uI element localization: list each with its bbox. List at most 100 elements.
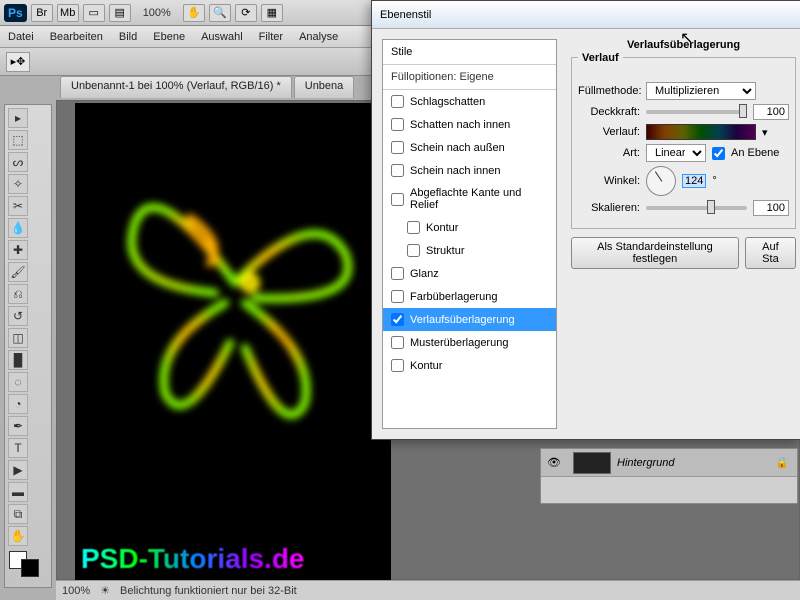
reset-default-button[interactable]: Auf Sta	[745, 237, 796, 269]
lock-icon[interactable]: 🔒	[775, 456, 789, 469]
style-item-1[interactable]: Schatten nach innen	[383, 113, 556, 136]
style-item-label: Schein nach außen	[410, 142, 505, 154]
eraser-tool[interactable]: ◫	[8, 328, 28, 348]
extras-button[interactable]: ▦	[261, 4, 283, 22]
hand-tool-button[interactable]: ✋	[183, 4, 205, 22]
gradient-preview[interactable]	[646, 124, 756, 140]
style-item-0[interactable]: Schlagschatten	[383, 90, 556, 113]
style-checkbox[interactable]	[391, 141, 404, 154]
style-item-label: Schatten nach innen	[410, 119, 510, 131]
style-item-2[interactable]: Schein nach außen	[383, 136, 556, 159]
menu-ebene[interactable]: Ebene	[153, 31, 185, 43]
status-zoom[interactable]: 100%	[62, 585, 90, 597]
menu-bild[interactable]: Bild	[119, 31, 137, 43]
menu-filter[interactable]: Filter	[259, 31, 283, 43]
style-item-6[interactable]: Struktur	[383, 239, 556, 262]
style-checkbox[interactable]	[391, 193, 404, 206]
history-brush-tool[interactable]: ↺	[8, 306, 28, 326]
bridge-button[interactable]: Br	[31, 4, 53, 22]
eyedropper-tool[interactable]: 💧	[8, 218, 28, 238]
style-item-7[interactable]: Glanz	[383, 262, 556, 285]
type-tool[interactable]: T	[8, 438, 28, 458]
layer-style-dialog: Ebenenstil Stile Füllopitionen: Eigene S…	[371, 0, 800, 440]
heal-tool[interactable]: ✚	[8, 240, 28, 260]
hand-tool[interactable]: ✋	[8, 526, 28, 546]
style-checkbox[interactable]	[391, 359, 404, 372]
layer-thumbnail[interactable]	[573, 452, 611, 474]
style-checkbox[interactable]	[391, 336, 404, 349]
pen-tool[interactable]: ✒	[8, 416, 28, 436]
visibility-icon[interactable]: 👁	[541, 456, 567, 469]
minibridge-button[interactable]: Mb	[57, 4, 79, 22]
move-tool[interactable]: ▸	[8, 108, 28, 128]
style-checkbox[interactable]	[391, 95, 404, 108]
angle-dial[interactable]	[646, 166, 676, 196]
style-item-9[interactable]: Verlaufsüberlagerung	[383, 308, 556, 331]
lasso-tool[interactable]: ᔕ	[8, 152, 28, 172]
style-checkbox[interactable]	[391, 290, 404, 303]
arrange-button[interactable]: ▤	[109, 4, 131, 22]
document-canvas[interactable]: PSD-Tutorials.de	[75, 103, 391, 581]
gradient-style-select[interactable]: Linear	[646, 144, 706, 162]
color-swatch[interactable]	[7, 551, 49, 581]
make-default-button[interactable]: Als Standardeinstellung festlegen	[571, 237, 739, 269]
style-item-3[interactable]: Schein nach innen	[383, 159, 556, 182]
stamp-tool[interactable]: ⎌	[8, 284, 28, 304]
styles-header[interactable]: Stile	[383, 40, 556, 65]
status-bar: 100% ☀ Belichtung funktioniert nur bei 3…	[56, 580, 800, 600]
doc-tab-active[interactable]: Unbenannt-1 bei 100% (Verlauf, RGB/16) *	[60, 76, 292, 98]
style-checkbox[interactable]	[391, 267, 404, 280]
scale-slider[interactable]	[646, 206, 747, 210]
styles-list: Stile Füllopitionen: Eigene Schlagschatt…	[382, 39, 557, 429]
style-item-11[interactable]: Kontur	[383, 354, 556, 377]
angle-unit: °	[712, 175, 716, 187]
menu-analyse[interactable]: Analyse	[299, 31, 338, 43]
blur-tool[interactable]: ◌	[8, 372, 28, 392]
blend-label: Füllmethode:	[578, 85, 640, 97]
opacity-slider[interactable]	[646, 110, 747, 114]
style-item-label: Kontur	[426, 222, 458, 234]
style-item-8[interactable]: Farbüberlagerung	[383, 285, 556, 308]
menu-datei[interactable]: Datei	[8, 31, 34, 43]
angle-input[interactable]: 124	[682, 174, 706, 188]
style-item-10[interactable]: Musterüberlagerung	[383, 331, 556, 354]
style-checkbox[interactable]	[391, 118, 404, 131]
layer-row[interactable]: 👁 Hintergrund 🔒	[541, 449, 797, 477]
wand-tool[interactable]: ✧	[8, 174, 28, 194]
screen-mode-button[interactable]: ▭	[83, 4, 105, 22]
style-checkbox[interactable]	[407, 221, 420, 234]
shape-tool[interactable]: ▬	[8, 482, 28, 502]
menu-auswahl[interactable]: Auswahl	[201, 31, 243, 43]
style-item-label: Farbüberlagerung	[410, 291, 497, 303]
doc-tab-1[interactable]: Unbena	[294, 76, 355, 98]
background-color[interactable]	[21, 559, 39, 577]
dialog-titlebar[interactable]: Ebenenstil	[372, 1, 800, 29]
fill-options[interactable]: Füllopitionen: Eigene	[383, 65, 556, 90]
style-checkbox[interactable]	[391, 313, 404, 326]
scale-label: Skalieren:	[578, 202, 640, 214]
menu-bearbeiten[interactable]: Bearbeiten	[50, 31, 103, 43]
style-item-label: Struktur	[426, 245, 465, 257]
crop-tool[interactable]: ✂	[8, 196, 28, 216]
opacity-input[interactable]	[753, 104, 789, 120]
move-tool-icon[interactable]: ▸✥	[6, 52, 30, 72]
layer-name[interactable]: Hintergrund	[617, 457, 674, 469]
blend-mode-select[interactable]: Multiplizieren	[646, 82, 756, 100]
brush-tool[interactable]: 🖌	[8, 262, 28, 282]
style-label: Art:	[578, 147, 640, 159]
style-item-label: Schein nach innen	[410, 165, 501, 177]
scale-input[interactable]	[753, 200, 789, 216]
style-checkbox[interactable]	[407, 244, 420, 257]
style-checkbox[interactable]	[391, 164, 404, 177]
gradient-tool[interactable]: █	[8, 350, 28, 370]
path-select-tool[interactable]: ▶	[8, 460, 28, 480]
style-item-5[interactable]: Kontur	[383, 216, 556, 239]
marquee-tool[interactable]: ⬚	[8, 130, 28, 150]
3d-tool[interactable]: ⧉	[8, 504, 28, 524]
rotate-view-button[interactable]: ⟳	[235, 4, 257, 22]
style-item-4[interactable]: Abgeflachte Kante und Relief	[383, 182, 556, 216]
dodge-tool[interactable]: ◔	[8, 394, 28, 414]
gradient-dropdown-icon[interactable]: ▾	[762, 126, 768, 139]
zoom-tool-button[interactable]: 🔍	[209, 4, 231, 22]
align-checkbox[interactable]	[712, 147, 725, 160]
